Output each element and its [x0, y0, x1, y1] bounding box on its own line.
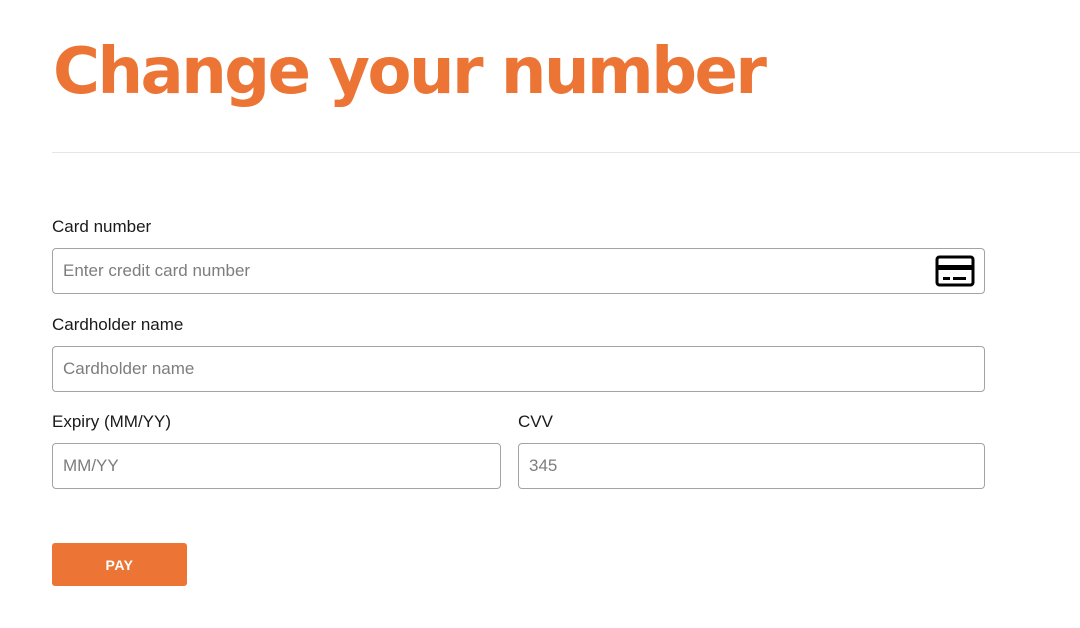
cvv-input[interactable]: [518, 443, 985, 489]
cardholder-name-label: Cardholder name: [52, 315, 184, 334]
card-number-input[interactable]: [52, 248, 985, 294]
cardholder-name-input[interactable]: [52, 346, 985, 392]
credit-card-icon: [935, 255, 975, 287]
header-divider: [52, 152, 1080, 153]
expiry-label: Expiry (MM/YY): [52, 412, 171, 431]
cvv-label: CVV: [518, 412, 553, 431]
expiry-input[interactable]: [52, 443, 501, 489]
pay-button[interactable]: PAY: [52, 543, 187, 586]
card-number-label: Card number: [52, 217, 152, 236]
page-title: Change your number: [53, 35, 767, 109]
